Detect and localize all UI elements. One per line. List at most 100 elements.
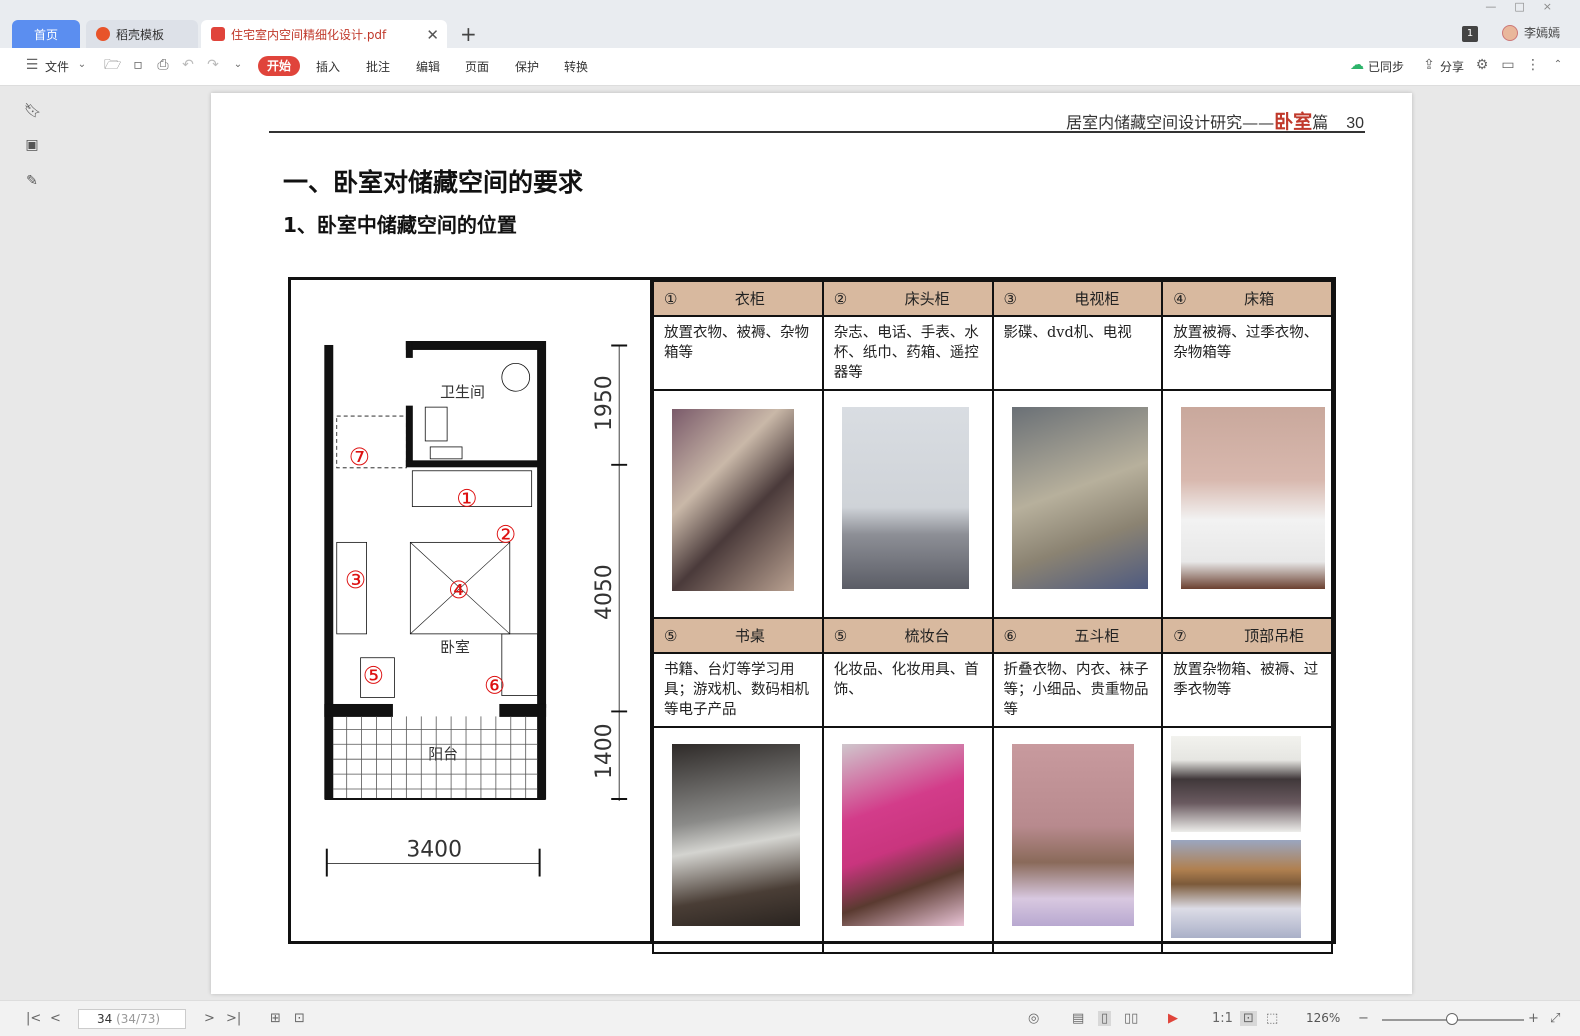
tab-document-label: 住宅室内空间精细化设计.pdf (231, 27, 387, 42)
nightstand-photo (841, 407, 969, 589)
zoom-out-icon[interactable]: − (1358, 1011, 1369, 1026)
actual-size-icon[interactable]: 1:1 (1212, 1011, 1233, 1026)
redo-icon[interactable]: ↷ (205, 57, 221, 73)
plan-wall-left (324, 344, 334, 800)
tab-protect[interactable]: 保护 (515, 58, 539, 75)
table-row-desc-2: 书籍、台灯等学习用具；游戏机、数码相机等电子产品 化妆品、化妆用具、首饰、 折叠… (652, 652, 1333, 728)
user-account[interactable]: 李嫣嫣 (1502, 24, 1560, 41)
settings-gear-icon[interactable]: ⚙ (1474, 57, 1490, 73)
page-number-input[interactable]: 34 (34/73) (78, 1009, 186, 1029)
status-bar: |< < 34 (34/73) > >| ⊞ ⊡ ◎ ▤ ▯ ▯▯ ▶ 1:1 … (0, 1000, 1580, 1036)
item-name: 床箱 (1244, 290, 1275, 308)
storage-figure: 卫生间 卧室 阳台 ⑦ ① ② ③ ④ ⑤ ⑥ 1950 4050 1400 3… (288, 277, 1336, 954)
tab-page[interactable]: 页面 (465, 58, 489, 75)
continuous-view-icon[interactable]: ▯ (1098, 1011, 1112, 1026)
tab-start[interactable]: 开始 (258, 56, 300, 76)
tab-edit[interactable]: 编辑 (416, 58, 440, 75)
item-name: 五斗柜 (1074, 627, 1120, 645)
more-options-icon[interactable]: ⋮ (1525, 57, 1541, 73)
eye-protection-icon[interactable]: ◎ (1028, 1011, 1039, 1026)
tab-template[interactable]: 稻壳模板 (86, 20, 198, 48)
tab-annotate[interactable]: 批注 (366, 58, 390, 75)
page-number: 30 (1346, 115, 1364, 132)
plan-marker-1: ① (456, 485, 477, 513)
bookmark-icon[interactable]: 🔖︎ (24, 103, 42, 119)
item-description: 放置杂物箱、被褥、过季衣物等 (1161, 652, 1333, 728)
tab-home-label: 首页 (33, 27, 58, 42)
share-button[interactable]: 分享 (1440, 58, 1464, 75)
sync-status[interactable]: 已同步 (1368, 58, 1404, 75)
close-tab-icon[interactable]: ✕ (426, 26, 439, 44)
add-page-icon[interactable]: ⊞ (270, 1011, 281, 1026)
save-icon[interactable]: ▫ (130, 57, 146, 73)
tab-convert[interactable]: 转换 (564, 58, 588, 75)
page-total: (34/73) (116, 1012, 161, 1026)
table-row-photos-2 (652, 726, 1333, 954)
table-header-cell: ⑥ 五斗柜 (991, 617, 1164, 654)
two-page-view-icon[interactable]: ▯▯ (1124, 1011, 1138, 1026)
last-page-icon[interactable]: >| (226, 1011, 241, 1026)
file-menu[interactable]: 文件 (45, 58, 69, 75)
tab-insert[interactable]: 插入 (316, 58, 340, 75)
export-page-icon[interactable]: ⊡ (294, 1011, 305, 1026)
collapse-ribbon-icon[interactable]: ⌃ (1550, 57, 1566, 73)
fullscreen-icon[interactable]: ⤢ (1550, 1011, 1560, 1026)
play-icon[interactable]: ▶ (1168, 1011, 1178, 1026)
tab-template-label: 稻壳模板 (116, 27, 165, 42)
storage-items-table: ① 衣柜 ② 床头柜 ③ 电视柜 ④ 床箱 放置衣物、被褥、杂物箱等 杂志、电话、手表、… (652, 280, 1333, 954)
prev-page-icon[interactable]: < (50, 1011, 61, 1026)
plan-wall-right (537, 341, 547, 708)
plan-counter (429, 446, 463, 460)
left-sidebar: 🔖︎ ▣ ✎ (0, 87, 56, 997)
more-dropdown-icon[interactable]: ⌄ (230, 57, 246, 73)
avatar (1502, 24, 1518, 41)
tab-document[interactable]: 住宅室内空间精细化设计.pdf ✕ (201, 20, 447, 48)
menu-icon[interactable]: ☰ (24, 57, 40, 73)
fit-page-icon[interactable]: ⊡ (1240, 1011, 1257, 1026)
item-number: ④ (1173, 290, 1187, 308)
photo-cell (1161, 389, 1333, 619)
cloud-sync-icon[interactable]: ☁ (1349, 57, 1365, 73)
photo-cell (991, 389, 1164, 619)
item-number: ⑥ (1003, 627, 1017, 645)
share-icon[interactable]: ⇪ (1421, 57, 1437, 73)
comment-icon[interactable]: ▭ (1500, 57, 1516, 73)
undo-icon[interactable]: ↶ (180, 57, 196, 73)
fit-width-icon[interactable]: ⬚ (1266, 1011, 1278, 1026)
photo-cell (652, 726, 824, 954)
table-header-cell: ⑤ 梳妆台 (821, 617, 994, 654)
tab-home[interactable]: 首页 (12, 20, 80, 48)
zoom-slider-thumb[interactable] (1446, 1013, 1458, 1025)
new-tab-button[interactable]: + (460, 22, 477, 46)
single-page-view-icon[interactable]: ▤ (1072, 1011, 1084, 1026)
plan-top-cabinet (336, 415, 407, 469)
table-row-header-2: ⑤ 书桌 ⑤ 梳妆台 ⑥ 五斗柜 ⑦ 顶部吊柜 (652, 617, 1333, 654)
window-count-badge[interactable]: 1 (1462, 26, 1478, 42)
print-icon[interactable]: ⎙ (155, 57, 171, 73)
item-name: 衣柜 (734, 290, 765, 308)
window-controls[interactable]: —□× (1485, 0, 1570, 13)
zoom-level[interactable]: 126% (1306, 1011, 1340, 1025)
first-page-icon[interactable]: |< (26, 1011, 41, 1026)
chevron-down-icon[interactable]: ⌄ (74, 57, 90, 73)
sign-pen-icon[interactable]: ✎ (24, 173, 40, 189)
item-name: 电视柜 (1074, 290, 1120, 308)
plan-marker-7: ⑦ (349, 443, 370, 471)
plan-chest (501, 633, 539, 696)
item-description: 化妆品、化妆用具、首饰、 (821, 652, 994, 728)
open-folder-icon[interactable]: 🗁 (104, 57, 121, 73)
plan-basin (501, 362, 531, 392)
plan-marker-6: ⑥ (484, 672, 505, 700)
plan-toilet (424, 406, 448, 442)
plan-dim-4050: 4050 (592, 564, 617, 620)
running-header-highlight: 卧室 (1274, 111, 1313, 133)
photo-cell (1161, 726, 1333, 954)
thumbnail-icon[interactable]: ▣ (24, 137, 40, 153)
table-header-cell: ① 衣柜 (652, 280, 824, 317)
plan-marker-4: ④ (448, 576, 469, 604)
item-number: ⑤ (664, 627, 678, 645)
next-page-icon[interactable]: > (204, 1011, 215, 1026)
tv-cabinet-photo (1011, 407, 1148, 589)
zoom-in-icon[interactable]: + (1528, 1011, 1539, 1026)
table-header-cell: ② 床头柜 (821, 280, 994, 317)
